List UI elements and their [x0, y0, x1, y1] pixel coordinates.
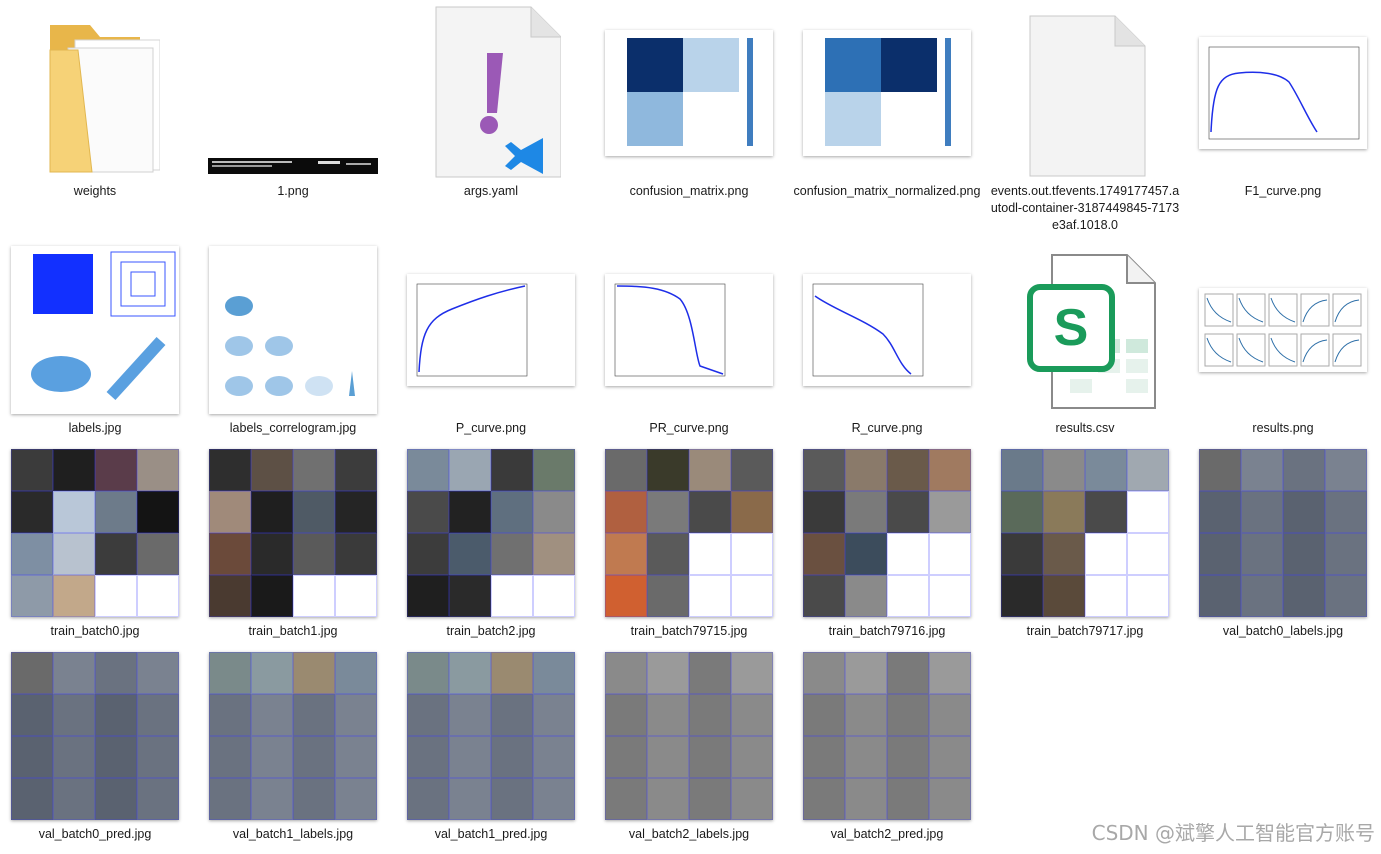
val-batch0-labels-thumbnail [1199, 448, 1367, 617]
train-batch2-thumbnail [407, 448, 575, 617]
svg-text:S: S [1054, 299, 1089, 357]
file-name: labels.jpg [68, 421, 122, 435]
f1-curve-thumbnail [1199, 36, 1367, 149]
file-name: F1_curve.png [1244, 184, 1322, 198]
results-png-thumbnail [1199, 287, 1367, 372]
r-curve-thumbnail [803, 273, 971, 386]
file-name: train_batch79717.jpg [1026, 624, 1144, 638]
watermark: CSDN @斌擎人工智能官方账号 [1091, 821, 1375, 845]
file-grid: weights 1.png args.yaml confusion_matrix… [0, 0, 1381, 854]
train-batch79716-thumbnail [803, 448, 971, 617]
file-name: P_curve.png [455, 421, 527, 435]
blank-document-icon [990, 5, 1180, 180]
file-name: train_batch79716.jpg [828, 624, 946, 638]
labels-correlogram-thumbnail [209, 245, 377, 414]
p-curve-thumbnail [407, 273, 575, 386]
train-batch79717-thumbnail [1001, 448, 1169, 617]
file-name: results.png [1252, 421, 1314, 435]
file-name: val_batch2_labels.jpg [628, 827, 750, 841]
file-name: train_batch2.jpg [446, 624, 536, 638]
yaml-file-icon [396, 5, 586, 180]
folder-icon [0, 5, 190, 180]
val-batch2-labels-thumbnail [605, 651, 773, 820]
file-name: 1.png [277, 184, 309, 198]
train-batch79715-thumbnail [605, 448, 773, 617]
spreadsheet-icon: S [990, 242, 1180, 417]
file-name: events.out.tfevents.1749177457.autodl-co… [990, 184, 1180, 232]
file-name: confusion_matrix.png [629, 184, 749, 198]
file-name: train_batch1.jpg [248, 624, 338, 638]
terminal-image-thumbnail [198, 5, 388, 180]
file-name: confusion_matrix_normalized.png [793, 184, 981, 198]
file-name: weights [73, 184, 117, 198]
train-batch1-thumbnail [209, 448, 377, 617]
labels-thumbnail [11, 245, 179, 414]
pr-curve-thumbnail [605, 273, 773, 386]
confusion-matrix-normalized-thumbnail [803, 29, 971, 156]
file-name: PR_curve.png [649, 421, 729, 435]
file-name: train_batch79715.jpg [630, 624, 748, 638]
val-batch1-labels-thumbnail [209, 651, 377, 820]
val-batch2-pred-thumbnail [803, 651, 971, 820]
file-name: labels_correlogram.jpg [229, 421, 357, 435]
file-name: val_batch0_labels.jpg [1222, 624, 1344, 638]
train-batch0-thumbnail [11, 448, 179, 617]
file-name: val_batch1_pred.jpg [434, 827, 548, 841]
file-name: args.yaml [463, 184, 519, 198]
val-batch0-pred-thumbnail [11, 651, 179, 820]
file-name: val_batch1_labels.jpg [232, 827, 354, 841]
file-name: results.csv [1055, 421, 1115, 435]
file-name: val_batch0_pred.jpg [38, 827, 152, 841]
file-name: R_curve.png [851, 421, 923, 435]
confusion-matrix-thumbnail [605, 29, 773, 156]
file-name: val_batch2_pred.jpg [830, 827, 944, 841]
val-batch1-pred-thumbnail [407, 651, 575, 820]
file-name: train_batch0.jpg [50, 624, 140, 638]
